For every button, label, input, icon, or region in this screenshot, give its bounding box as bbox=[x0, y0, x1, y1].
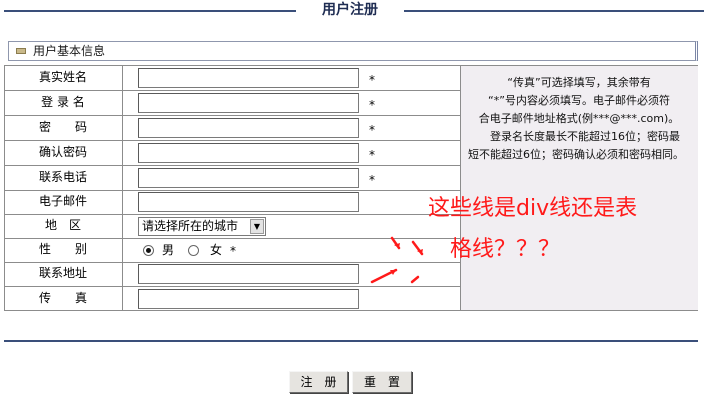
password-input[interactable] bbox=[138, 118, 359, 138]
label-email: 电子邮件 bbox=[38, 194, 87, 208]
dropdown-arrow-icon[interactable]: ▼ bbox=[250, 219, 264, 234]
label-region: 地 区 bbox=[44, 218, 81, 232]
gender-female-label: 女 bbox=[210, 243, 223, 257]
login-name-input[interactable] bbox=[138, 93, 359, 113]
grid-line bbox=[122, 65, 123, 311]
notes-text: “传真”可选择填写，其余带有 “*”号内容必须填写。电子邮件必须符 合电子邮件地… bbox=[468, 74, 690, 164]
bottom-rule bbox=[4, 340, 698, 342]
section-header: 用户基本信息 bbox=[8, 41, 698, 61]
reset-button[interactable]: 重 置 bbox=[352, 371, 412, 393]
label-confirm-password: 确认密码 bbox=[38, 145, 87, 159]
page-title: 用户注册 bbox=[322, 2, 378, 18]
required-mark: * bbox=[369, 73, 375, 87]
required-mark: * bbox=[369, 98, 375, 112]
note-line-2: “*”号内容必须填写。电子邮件必须符 bbox=[488, 94, 670, 107]
required-mark: * bbox=[369, 148, 375, 162]
note-line-3: 合电子邮件地址格式(例***@***.com)。 bbox=[478, 112, 680, 125]
section-bullet-icon bbox=[16, 48, 26, 54]
required-mark: * bbox=[230, 244, 236, 258]
phone-input[interactable] bbox=[138, 168, 359, 188]
gender-male-radio[interactable] bbox=[143, 245, 154, 256]
title-rule-right bbox=[404, 10, 704, 12]
label-fax: 传 真 bbox=[38, 291, 87, 305]
annotation-line-1: 这些线是div线还是表 bbox=[428, 196, 638, 221]
address-input[interactable] bbox=[138, 264, 359, 284]
region-select[interactable]: 请选择所在的城市 ▼ bbox=[138, 217, 266, 236]
real-name-input[interactable] bbox=[138, 68, 359, 88]
region-select-value: 请选择所在的城市 bbox=[142, 219, 239, 233]
annotation-arrows-icon bbox=[370, 236, 424, 284]
annotation-line-2: 格线？？？ bbox=[450, 237, 561, 262]
label-address: 联系地址 bbox=[38, 266, 87, 280]
register-button[interactable]: 注 册 bbox=[289, 371, 348, 393]
section-title: 用户基本信息 bbox=[33, 44, 106, 58]
required-mark: * bbox=[369, 173, 375, 187]
email-input[interactable] bbox=[138, 192, 359, 212]
note-paragraph-2: 登录名长度最长不能超过16位；密码最短不能超过6位；密码确认必须和密码相同。 bbox=[468, 130, 684, 161]
label-phone: 联系电话 bbox=[38, 170, 87, 184]
confirm-password-input[interactable] bbox=[138, 143, 359, 163]
label-password: 密 码 bbox=[38, 120, 87, 134]
title-rule-left bbox=[4, 10, 296, 12]
grid-line bbox=[4, 310, 698, 311]
fax-input[interactable] bbox=[138, 289, 359, 309]
gender-male-label: 男 bbox=[162, 243, 175, 257]
label-gender: 性 别 bbox=[38, 242, 87, 256]
note-line-1: “传真”可选择填写，其余带有 bbox=[507, 76, 651, 89]
label-login-name: 登 录 名 bbox=[41, 95, 85, 109]
gender-female-radio[interactable] bbox=[188, 245, 199, 256]
label-real-name: 真实姓名 bbox=[38, 70, 87, 84]
required-mark: * bbox=[369, 123, 375, 137]
